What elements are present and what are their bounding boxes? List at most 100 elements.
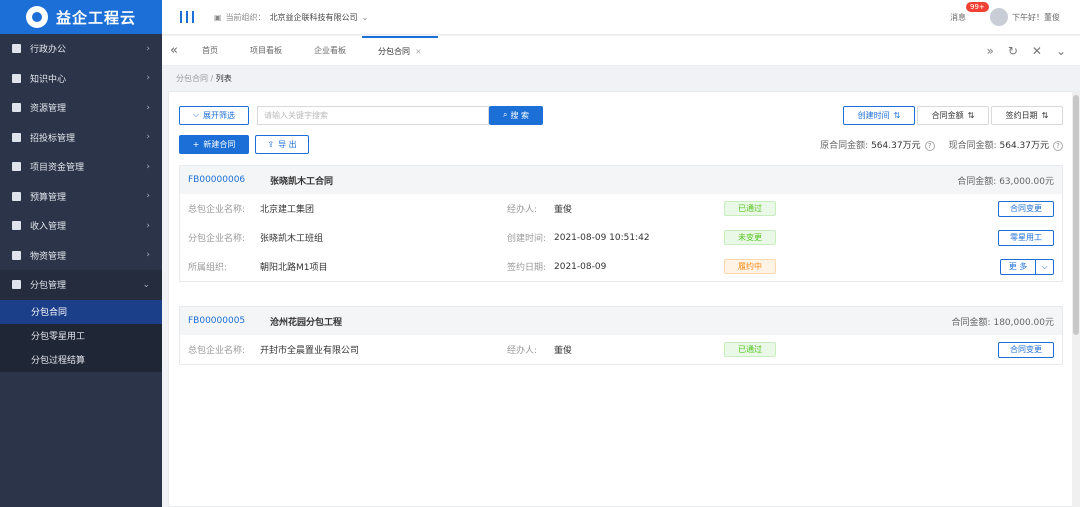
scrollbar[interactable]: [1072, 91, 1080, 507]
labor-button[interactable]: 零星用工: [998, 229, 1054, 246]
expand-filter-button[interactable]: ⌵ 展开筛选: [179, 105, 249, 125]
message-count-badge: 99+: [966, 1, 989, 12]
chevron-right-icon: ›: [146, 73, 150, 84]
sidebar-item-materials[interactable]: 物资管理 ›: [0, 241, 162, 271]
chevron-down-icon[interactable]: ⌄: [1056, 44, 1066, 58]
card-row: 总包企业名称: 开封市全晨置业有限公司 经办人: 董俊 已通过 合同变更: [180, 335, 1062, 364]
contract-code[interactable]: FB00000005: [188, 316, 270, 326]
double-chevron-left-icon[interactable]: «: [162, 43, 186, 58]
tabs-bar: « 首页 项目看板 企业看板 分包合同 × » ↻ ✕ ⌄: [162, 35, 1080, 66]
double-chevron-right-icon[interactable]: »: [986, 44, 993, 58]
more-button[interactable]: 更 多: [1000, 258, 1036, 275]
logo[interactable]: 益企工程云: [0, 0, 162, 34]
sidebar-item-subcontract[interactable]: 分包管理 ⌄: [0, 270, 162, 300]
more-actions: 更 多 ⌵: [1000, 258, 1054, 275]
sidebar-item-bidding[interactable]: 招投标管理 ›: [0, 123, 162, 153]
tab-enterprise-board[interactable]: 企业看板: [298, 36, 362, 66]
sort-created-button[interactable]: 创建时间 ⇅: [843, 105, 915, 125]
tab-project-board[interactable]: 项目看板: [234, 36, 298, 66]
plus-icon: +: [192, 139, 200, 149]
sort-icon: ⇅: [893, 110, 901, 120]
sidebar-item-budget[interactable]: 预算管理 ›: [0, 182, 162, 212]
contract-amount: 合同金额: 180,000.00元: [951, 317, 1054, 328]
chevron-right-icon: ›: [146, 161, 150, 172]
sort-signed-button[interactable]: 签约日期 ⇅: [991, 105, 1063, 125]
chevron-right-icon: ›: [146, 191, 150, 202]
folder-icon: [12, 103, 21, 113]
search-icon: ⌕: [502, 110, 508, 119]
status-badge: 履约中: [724, 259, 776, 274]
search-button[interactable]: ⌕ 搜 索: [489, 105, 543, 125]
org-selector[interactable]: ▣ 当前组织： 北京益企联科技有限公司 ⌄: [214, 12, 368, 23]
chevron-right-icon: ›: [146, 250, 150, 261]
export-button[interactable]: ⇪ 导 出: [255, 134, 309, 154]
contract-card: FB00000005 沧州花园分包工程 合同金额: 180,000.00元 总包…: [179, 306, 1063, 365]
messages-button[interactable]: 消息 99+: [950, 1, 989, 23]
sidebar-item-knowledge[interactable]: 知识中心 ›: [0, 64, 162, 94]
sidebar-item-income[interactable]: 收入管理 ›: [0, 211, 162, 241]
sidebar-item-project-funds[interactable]: 项目资金管理 ›: [0, 152, 162, 182]
money-icon: [12, 162, 21, 172]
sidebar-subitem-labor[interactable]: 分包零星用工: [0, 323, 162, 348]
card-row: 总包企业名称: 北京建工集团 经办人: 董俊 已通过 合同变更: [180, 194, 1062, 223]
book-icon: [12, 73, 21, 83]
scrollbar-thumb[interactable]: [1073, 95, 1079, 335]
original-total: 原合同金额: 564.37万元?: [820, 138, 935, 151]
sort-icon: ⇅: [1041, 110, 1049, 120]
main-content: 分包合同 / 列表 ⌵ 展开筛选 请输入关键字搜索 ⌕ 搜 索 创建时间 ⇅ 合同…: [162, 67, 1080, 507]
contract-code[interactable]: FB00000006: [188, 175, 270, 185]
contract-change-button[interactable]: 合同变更: [998, 200, 1054, 217]
close-icon[interactable]: ×: [415, 47, 422, 56]
menu-toggle-icon[interactable]: [180, 11, 194, 23]
tab-home[interactable]: 首页: [186, 36, 234, 66]
refresh-icon[interactable]: ↻: [1008, 44, 1018, 58]
close-all-icon[interactable]: ✕: [1032, 44, 1042, 58]
org-name: 北京益企联科技有限公司: [269, 12, 358, 22]
chevron-right-icon: ›: [146, 102, 150, 113]
tab-subcontract[interactable]: 分包合同 ×: [362, 35, 438, 66]
breadcrumb: 分包合同 / 列表: [176, 74, 232, 83]
chevron-right-icon: ›: [146, 43, 150, 54]
status-badge: 已通过: [724, 201, 776, 216]
sidebar-item-resources[interactable]: 资源管理 ›: [0, 93, 162, 123]
card-row: 所属组织: 朝阳北路M1项目 签约日期: 2021-08-09 履约中 更 多 ⌵: [180, 252, 1062, 281]
building-icon: ▣: [214, 12, 222, 22]
avatar[interactable]: [990, 8, 1008, 26]
chevron-down-icon: ⌄: [361, 12, 369, 22]
current-total: 现合同金额: 564.37万元?: [949, 138, 1063, 151]
help-icon[interactable]: ?: [1053, 140, 1063, 151]
status-badge: 未变更: [724, 230, 776, 245]
chevron-down-icon: ⌄: [142, 279, 150, 290]
logo-text: 益企工程云: [56, 8, 137, 27]
flag-icon: [12, 44, 21, 54]
briefcase-icon: [12, 132, 21, 142]
upload-icon: ⇪: [267, 139, 275, 149]
sort-icon: ⇅: [967, 110, 975, 120]
sidebar: 益企工程云 行政办公 › 知识中心 › 资源管理 › 招投标管理 › 项目资金管理 › 预…: [0, 0, 162, 507]
chevron-down-icon[interactable]: ⌵: [1036, 258, 1054, 275]
contract-list-panel: ⌵ 展开筛选 请输入关键字搜索 ⌕ 搜 索 创建时间 ⇅ 合同金额 ⇅ 签约日期 ⇅ …: [168, 91, 1074, 507]
contract-icon: [12, 280, 21, 290]
sidebar-subitem-settlement[interactable]: 分包过程结算: [0, 347, 162, 372]
box-icon: [12, 250, 21, 260]
contract-amount: 合同金额: 63,000.00元: [957, 176, 1054, 187]
contract-title[interactable]: 沧州花园分包工程: [270, 315, 342, 328]
contract-card: FB00000006 张晓凯木工合同 合同金额: 63,000.00元 总包企业…: [179, 165, 1063, 282]
help-icon[interactable]: ?: [924, 140, 935, 151]
chevron-down-icon: ⌵: [192, 110, 200, 119]
sidebar-item-office[interactable]: 行政办公 ›: [0, 34, 162, 64]
new-contract-button[interactable]: + 新建合同: [179, 134, 249, 154]
chevron-right-icon: ›: [146, 132, 150, 143]
sort-amount-button[interactable]: 合同金额 ⇅: [917, 105, 989, 125]
wallet-icon: [12, 221, 21, 231]
sidebar-subitem-contract[interactable]: 分包合同: [0, 299, 162, 324]
user-greeting[interactable]: 下午好！董俊: [1012, 12, 1060, 23]
status-badge: 已通过: [724, 342, 776, 357]
card-row: 分包企业名称: 张晓凯木工班组 创建时间: 2021-08-09 10:51:42 …: [180, 223, 1062, 252]
search-input[interactable]: 请输入关键字搜索: [257, 105, 489, 125]
contract-change-button[interactable]: 合同变更: [998, 341, 1054, 358]
top-header: ▣ 当前组织： 北京益企联科技有限公司 ⌄ 消息 99+ 下午好！董俊: [162, 0, 1080, 35]
chevron-right-icon: ›: [146, 220, 150, 231]
logo-icon: [26, 6, 48, 28]
contract-title[interactable]: 张晓凯木工合同: [270, 174, 333, 187]
